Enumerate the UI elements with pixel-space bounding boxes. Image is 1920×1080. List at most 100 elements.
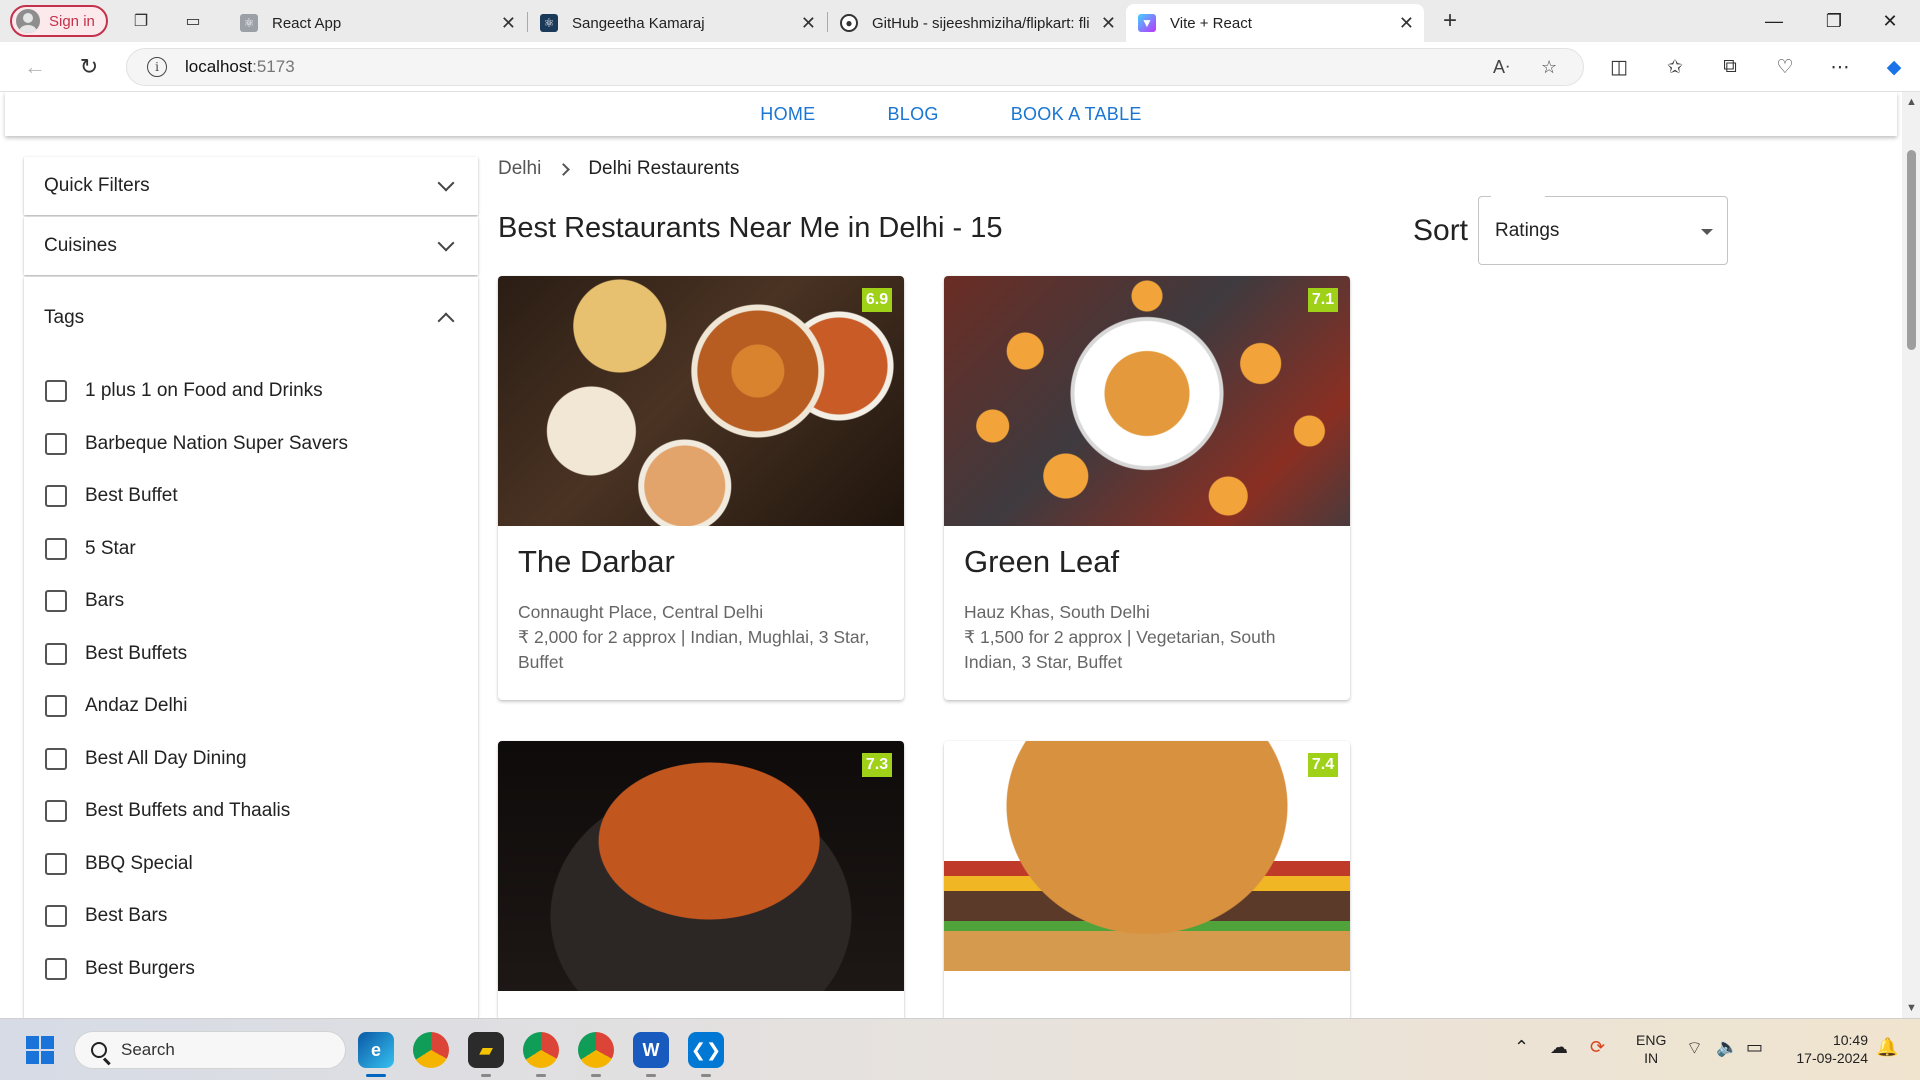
restaurant-card[interactable]: 7.1 Green Leaf Hauz Khas, South Delhi ₹ …: [944, 276, 1350, 700]
tag-option[interactable]: Best Burgers: [44, 943, 458, 996]
tag-checkbox[interactable]: [45, 695, 67, 718]
back-icon[interactable]: ←: [20, 52, 50, 82]
show-hidden-icons-icon[interactable]: ⌃: [1514, 1037, 1529, 1058]
workspaces-icon[interactable]: ❐: [128, 8, 154, 34]
close-tab-icon[interactable]: ✕: [501, 13, 516, 34]
tab-sangeetha-kamaraj[interactable]: ⚛ Sangeetha Kamaraj ✕: [528, 4, 826, 42]
browser-essentials-icon[interactable]: ♡: [1771, 53, 1799, 81]
wifi-icon[interactable]: ⌔: [1686, 1037, 1703, 1060]
notifications-icon[interactable]: 🔔: [1876, 1037, 1898, 1058]
tag-checkbox[interactable]: [45, 642, 67, 665]
dropdown-arrow-icon: [1701, 229, 1713, 235]
tag-option[interactable]: BBQ Special: [44, 838, 458, 891]
tag-option[interactable]: 5 Star: [44, 523, 458, 576]
tag-checkbox[interactable]: [45, 380, 67, 403]
tag-label: Best Buffets and Thaalis: [85, 800, 291, 822]
restaurant-card[interactable]: 7.4: [944, 741, 1350, 1018]
tag-checkbox[interactable]: [45, 432, 67, 455]
tag-option[interactable]: Andaz Delhi: [44, 680, 458, 733]
page-scrollbar[interactable]: ▲ ▼: [1902, 92, 1920, 1018]
tag-checkbox[interactable]: [45, 852, 67, 875]
close-tab-icon[interactable]: ✕: [801, 13, 816, 34]
tag-checkbox[interactable]: [45, 485, 67, 508]
cuisines-header[interactable]: Cuisines: [24, 217, 478, 275]
chrome-profile2-taskbar-icon[interactable]: [578, 1032, 614, 1077]
cuisines-accordion[interactable]: Cuisines: [24, 217, 478, 275]
tag-checkbox[interactable]: [45, 957, 67, 980]
tag-checkbox[interactable]: [45, 590, 67, 613]
read-aloud-icon[interactable]: Aᐧ: [1493, 57, 1510, 78]
edge-taskbar-icon[interactable]: e: [358, 1032, 394, 1077]
sign-in-button[interactable]: Sign in: [10, 5, 108, 37]
tag-option[interactable]: Best Bars: [44, 890, 458, 943]
more-options-icon[interactable]: ⋯: [1826, 53, 1854, 81]
tag-option[interactable]: Best Buffets and Thaalis: [44, 785, 458, 838]
restore-icon[interactable]: ❐: [1810, 6, 1858, 36]
tag-option[interactable]: Best All Day Dining: [44, 733, 458, 786]
tag-option[interactable]: Barbeque Nation Super Savers: [44, 418, 458, 471]
cuisines-label: Cuisines: [44, 235, 117, 256]
restaurant-card[interactable]: 6.9 The Darbar Connaught Place, Central …: [498, 276, 904, 700]
tag-checkbox[interactable]: [45, 747, 67, 770]
windows-start-icon[interactable]: [26, 1036, 54, 1064]
tag-label: Best Buffets: [85, 642, 188, 664]
tab-github[interactable]: ● GitHub - sijeeshmiziha/flipkart: fli ✕: [828, 4, 1126, 42]
nav-book-table-link[interactable]: BOOK A TABLE: [975, 92, 1178, 136]
expand-chevron-icon: [437, 234, 455, 252]
collapse-chevron-icon: [437, 312, 455, 330]
restaurant-image: 7.4: [944, 741, 1350, 991]
tag-checkbox[interactable]: [45, 800, 67, 823]
address-bar[interactable]: i localhost:5173 Aᐧ ☆: [126, 48, 1584, 86]
split-screen-icon[interactable]: ◫: [1605, 53, 1633, 81]
tag-checkbox[interactable]: [45, 905, 67, 928]
close-tab-icon[interactable]: ✕: [1399, 13, 1414, 34]
scroll-down-icon[interactable]: ▼: [1906, 1002, 1917, 1014]
quick-filters-header[interactable]: Quick Filters: [24, 157, 478, 215]
tab-vite-react[interactable]: ▼ Vite + React ✕: [1126, 4, 1424, 42]
restaurant-info: ₹ 1,500 for 2 approx | Vegetarian, South…: [964, 627, 1276, 672]
tag-option[interactable]: Best Buffet: [44, 470, 458, 523]
system-clock[interactable]: 10:49 17-09-2024: [1784, 1031, 1868, 1067]
close-tab-icon[interactable]: ✕: [1101, 13, 1116, 34]
tag-option[interactable]: 1 plus 1 on Food and Drinks: [44, 365, 458, 418]
select-notch: [1491, 195, 1545, 199]
chrome-profile-taskbar-icon[interactable]: [523, 1032, 559, 1077]
scrollbar-thumb[interactable]: [1907, 150, 1916, 350]
tag-option[interactable]: Bars: [44, 575, 458, 628]
scroll-up-icon[interactable]: ▲: [1906, 96, 1917, 108]
word-taskbar-icon[interactable]: W: [633, 1032, 669, 1077]
volume-icon[interactable]: 🔈: [1716, 1037, 1738, 1058]
nav-blog-link[interactable]: BLOG: [851, 92, 974, 136]
site-info-icon[interactable]: i: [147, 57, 167, 77]
onedrive-icon[interactable]: ☁: [1550, 1037, 1568, 1058]
nav-home-link[interactable]: HOME: [724, 92, 851, 136]
breadcrumb-delhi-link[interactable]: Delhi: [498, 158, 541, 180]
tag-label: BBQ Special: [85, 852, 193, 874]
minimize-icon[interactable]: —: [1750, 6, 1798, 36]
battery-icon[interactable]: ▭: [1746, 1037, 1763, 1058]
tags-header[interactable]: Tags: [24, 277, 478, 359]
tag-option[interactable]: Best Buffets: [44, 628, 458, 681]
browser-toolbar: ← ↻ i localhost:5173 Aᐧ ☆ ◫ ✩ ⧉ ♡ ⋯ ◆: [0, 42, 1920, 92]
sync-icon[interactable]: ⟳: [1590, 1037, 1605, 1058]
chrome-taskbar-icon[interactable]: [413, 1032, 449, 1068]
sort-select[interactable]: Ratings: [1478, 195, 1728, 265]
sticky-notes-taskbar-icon[interactable]: ▰: [468, 1032, 504, 1077]
breadcrumb: Delhi Delhi Restaurents: [498, 158, 739, 180]
tab-react-app[interactable]: ⚛ React App ✕: [228, 4, 526, 42]
favorites-icon[interactable]: ✩: [1661, 53, 1689, 81]
collections-icon[interactable]: ⧉: [1716, 53, 1744, 81]
refresh-icon[interactable]: ↻: [74, 52, 104, 82]
new-tab-icon[interactable]: +: [1437, 7, 1463, 34]
clock-date: 17-09-2024: [1796, 1050, 1868, 1066]
quick-filters-accordion[interactable]: Quick Filters: [24, 157, 478, 215]
restaurant-card[interactable]: 7.3: [498, 741, 904, 1018]
vscode-taskbar-icon[interactable]: ❮❯: [688, 1032, 724, 1077]
tab-actions-icon[interactable]: ▭: [180, 8, 206, 34]
copilot-icon[interactable]: ◆: [1880, 53, 1908, 81]
taskbar-search[interactable]: Search: [74, 1031, 346, 1069]
language-indicator[interactable]: ENG IN: [1636, 1031, 1666, 1067]
close-window-icon[interactable]: ✕: [1866, 6, 1914, 36]
favorite-star-icon[interactable]: ☆: [1541, 57, 1557, 78]
tag-checkbox[interactable]: [45, 537, 67, 560]
